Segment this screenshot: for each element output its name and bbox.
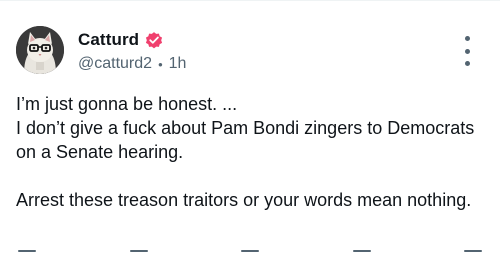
views-icon[interactable] bbox=[351, 246, 373, 254]
share-icon[interactable] bbox=[462, 246, 484, 254]
verified-badge-icon bbox=[144, 30, 164, 50]
vertical-ellipsis-icon bbox=[464, 36, 470, 41]
post-timestamp[interactable]: 1h bbox=[169, 55, 187, 73]
post-header: Catturd @catturd2 • 1h bbox=[78, 30, 186, 73]
more-options-button[interactable] bbox=[455, 36, 479, 66]
name-row: Catturd bbox=[78, 30, 186, 50]
meta-row: @catturd2 • 1h bbox=[78, 55, 186, 73]
post-paragraph-2: Arrest these treason traitors or your wo… bbox=[16, 190, 472, 210]
top-divider bbox=[0, 0, 500, 1]
post-paragraph-1: I’m just gonna be honest. ... I don’t gi… bbox=[16, 92, 486, 164]
author-display-name[interactable]: Catturd bbox=[78, 30, 139, 50]
vertical-ellipsis-dot bbox=[464, 61, 470, 66]
action-bar bbox=[16, 246, 484, 254]
meta-separator: • bbox=[158, 56, 163, 72]
repost-icon[interactable] bbox=[128, 246, 150, 254]
reply-icon[interactable] bbox=[16, 246, 38, 254]
post-line: I don’t give a fuck about Pam Bondi zing… bbox=[16, 118, 475, 162]
like-icon[interactable] bbox=[239, 246, 261, 254]
cat-with-glasses-avatar-icon bbox=[16, 26, 64, 74]
post-text: I’m just gonna be honest. ... I don’t gi… bbox=[16, 92, 486, 212]
avatar[interactable] bbox=[16, 26, 64, 74]
vertical-ellipsis-dot bbox=[464, 48, 470, 54]
post-line: I’m just gonna be honest. ... bbox=[16, 94, 238, 114]
author-handle[interactable]: @catturd2 bbox=[78, 55, 152, 73]
